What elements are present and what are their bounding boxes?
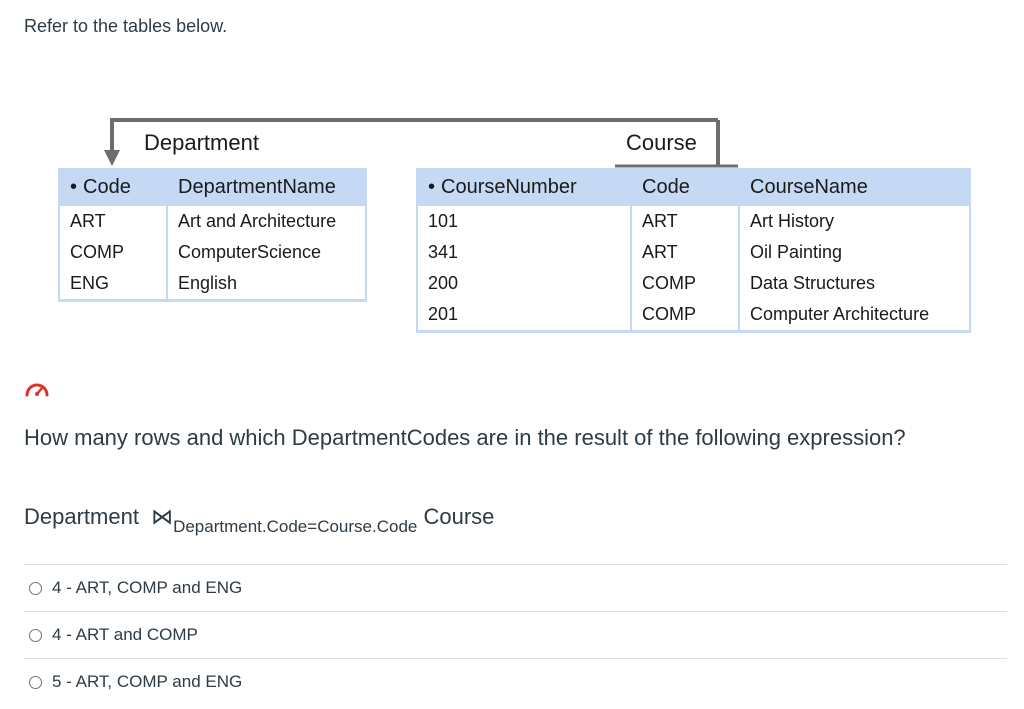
answer-label[interactable]: 4 - ART and COMP [52,625,198,645]
answer-option[interactable]: 4 - ART and COMP [24,611,1007,658]
table-cell: ART [630,205,740,237]
expression-left: Department [24,504,139,529]
table-row: 201 COMP Computer Architecture [416,299,971,333]
table-cell: 201 [416,299,632,333]
join-operator-icon: ⋈ [151,504,174,529]
table-header-row: • Code DepartmentName [58,168,367,206]
question-text: How many rows and which DepartmentCodes … [24,425,906,450]
schema-figure: Department Course • Code DepartmentName A… [0,0,1024,350]
department-table-title: Department [144,130,259,155]
column-header: CourseName [738,168,971,206]
table-cell: ENG [58,268,168,302]
answer-options: 4 - ART, COMP and ENG 4 - ART and COMP 5… [24,564,1007,705]
column-header: • CourseNumber [416,168,632,206]
radio-button[interactable] [29,675,42,689]
join-expression: Department ⋈Department.Code=Course.Code … [24,504,495,536]
table-row: ENG English [58,268,367,302]
table-row: COMP ComputerScience [58,237,367,268]
department-table: • Code DepartmentName ART Art and Archite… [58,168,367,302]
table-cell: Oil Painting [738,237,971,268]
bullet-icon: • [428,175,436,198]
join-condition: Department.Code=Course.Code [173,517,418,536]
table-row: 200 COMP Data Structures [416,268,971,299]
table-cell: Data Structures [738,268,971,299]
table-row: ART Art and Architecture [58,205,367,237]
table-cell: ART [630,237,740,268]
table-cell: COMP [630,299,740,333]
column-header: • Code [58,168,168,206]
table-header-row: • CourseNumber Code CourseName [416,168,971,206]
bullet-icon: • [70,175,78,198]
table-cell: COMP [58,237,168,268]
table-cell: ComputerScience [166,237,367,268]
answer-label[interactable]: 4 - ART, COMP and ENG [52,578,242,598]
column-header: Code [630,168,740,206]
answer-option[interactable]: 4 - ART, COMP and ENG [24,564,1007,611]
table-cell: English [166,268,367,302]
table-row: 341 ART Oil Painting [416,237,971,268]
table-row: 101 ART Art History [416,205,971,237]
column-header: DepartmentName [166,168,367,206]
table-cell: Art and Architecture [166,205,367,237]
table-cell: 101 [416,205,632,237]
table-cell: COMP [630,268,740,299]
answer-option[interactable]: 5 - ART, COMP and ENG [24,658,1007,705]
radio-button[interactable] [29,628,42,642]
table-cell: 341 [416,237,632,268]
table-cell: Art History [738,205,971,237]
course-table: • CourseNumber Code CourseName 101 ART Ar… [416,168,971,333]
table-cell: 200 [416,268,632,299]
radio-button[interactable] [29,581,42,595]
answer-label[interactable]: 5 - ART, COMP and ENG [52,672,242,692]
course-table-title: Course [626,130,697,155]
table-cell: ART [58,205,168,237]
expression-right: Course [423,504,495,529]
arrow-head-icon [104,150,120,166]
table-cell: Computer Architecture [738,299,971,333]
gauge-icon [25,383,49,397]
